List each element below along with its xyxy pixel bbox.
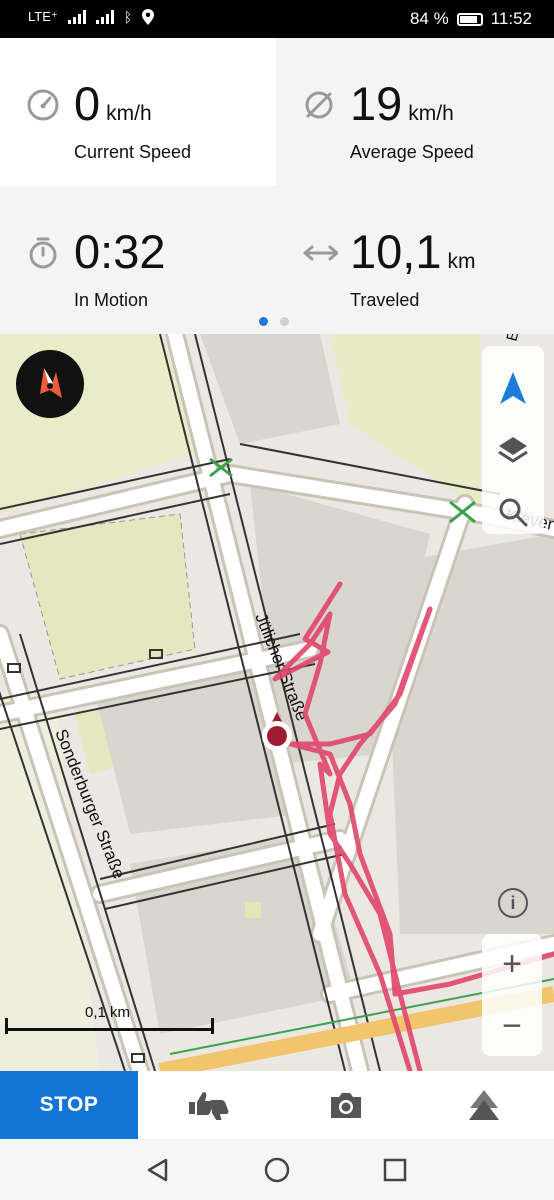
rate-button[interactable] xyxy=(186,1085,230,1125)
stopwatch-icon xyxy=(29,237,57,269)
status-bar: LTE⁺ ᛒ 84 % 11:52 xyxy=(0,0,554,38)
current-speed-value: 0 xyxy=(74,77,101,130)
bluetooth-icon: ᛒ xyxy=(123,9,133,25)
map-controls xyxy=(482,346,544,534)
zoom-controls: + − xyxy=(482,934,542,1056)
stop-button[interactable]: STOP xyxy=(0,1071,138,1139)
thumbs-up-down-icon xyxy=(189,1092,229,1120)
average-icon xyxy=(305,91,333,119)
home-icon[interactable] xyxy=(263,1156,291,1184)
battery-icon xyxy=(456,12,483,26)
trip-stats-panel[interactable]: 0 km/h Current Speed 19 km/h Average Speed… xyxy=(0,38,554,334)
map-view[interactable]: Jülicher Straße Sonderburger Straße Klev… xyxy=(0,334,554,1071)
clock: 11:52 xyxy=(490,9,532,28)
scale-label: 0,1 km xyxy=(85,1004,131,1021)
map-scale-bar: 0,1 km xyxy=(5,1004,215,1034)
network-type-label: LTE⁺ xyxy=(28,9,58,24)
map-layers-button[interactable] xyxy=(493,430,533,470)
in-motion-value: 0:32 xyxy=(74,225,166,278)
map-info-button[interactable]: i xyxy=(498,888,528,918)
in-motion-label: In Motion xyxy=(74,290,149,310)
average-speed-value: 19 xyxy=(350,77,403,130)
minus-icon: − xyxy=(502,1006,522,1045)
distance-arrows-icon xyxy=(303,245,338,261)
traveled-value: 10,1 xyxy=(350,225,442,278)
page-indicator[interactable] xyxy=(259,317,289,326)
compass-button[interactable] xyxy=(16,350,84,418)
stat-current-speed: 0 km/h Current Speed xyxy=(0,38,276,186)
recording-action-bar: STOP xyxy=(0,1071,554,1139)
recents-icon[interactable] xyxy=(381,1156,409,1184)
follow-location-button[interactable] xyxy=(493,368,533,408)
stat-average-speed: 19 km/h Average Speed xyxy=(276,38,552,186)
battery-percent: 84 % xyxy=(409,9,449,28)
markers-button[interactable] xyxy=(462,1085,506,1125)
camera-icon xyxy=(331,1093,361,1118)
average-speed-label: Average Speed xyxy=(350,142,474,162)
traveled-label: Traveled xyxy=(350,290,420,310)
current-speed-unit: km/h xyxy=(106,102,152,125)
cellular-signal-2-icon xyxy=(95,10,114,24)
system-navigation-bar xyxy=(0,1139,554,1200)
page-dot-2[interactable] xyxy=(280,317,289,326)
location-pin-icon xyxy=(142,9,155,25)
average-speed-unit: km/h xyxy=(408,102,454,125)
current-speed-label: Current Speed xyxy=(74,142,192,162)
map-canvas[interactable]: Jülicher Straße Sonderburger Straße Klev… xyxy=(0,334,554,1071)
plus-icon: + xyxy=(502,944,522,983)
map-search-button[interactable] xyxy=(493,492,533,532)
cellular-signal-icon xyxy=(67,10,86,24)
camera-button[interactable] xyxy=(324,1085,368,1125)
stat-traveled: 10,1 km Traveled xyxy=(276,186,552,334)
pyramid-marker-icon xyxy=(469,1090,499,1120)
compass-icon xyxy=(40,368,62,398)
zoom-out-button[interactable]: − xyxy=(482,996,542,1056)
layers-icon xyxy=(498,437,528,463)
search-icon xyxy=(499,498,528,527)
info-icon: i xyxy=(510,892,516,913)
page-dot-1[interactable] xyxy=(259,317,268,326)
stat-in-motion: 0:32 In Motion xyxy=(0,186,276,334)
traveled-unit: km xyxy=(447,250,476,273)
navigation-arrow-icon xyxy=(500,372,526,404)
speedometer-icon xyxy=(27,89,59,121)
zoom-in-button[interactable]: + xyxy=(482,934,542,994)
back-icon[interactable] xyxy=(144,1156,172,1184)
street-label-euler: Euler xyxy=(503,334,528,343)
